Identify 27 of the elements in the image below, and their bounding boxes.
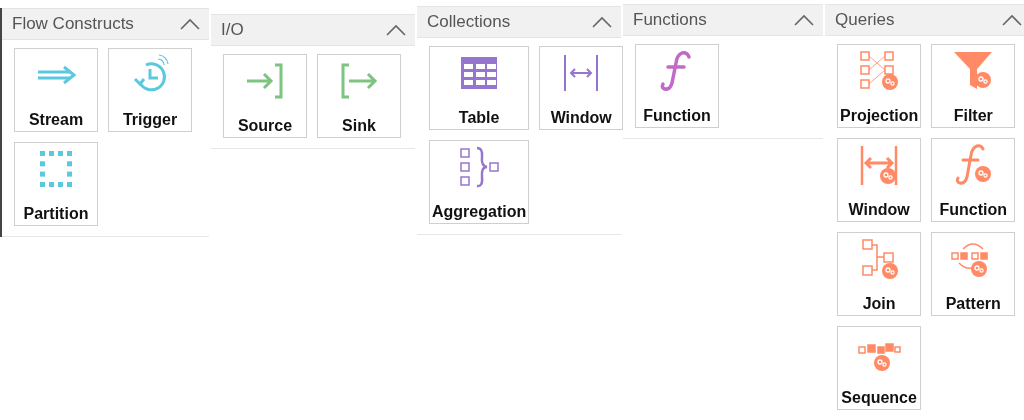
bracket-squares-icon: [457, 145, 502, 189]
collapse-chevron-icon[interactable]: [1001, 14, 1023, 26]
palette-item[interactable]: Window: [837, 138, 922, 222]
palette-item[interactable]: Aggregation: [429, 140, 530, 224]
palette-item[interactable]: Projection: [837, 44, 922, 128]
panel-title: Collections: [427, 12, 511, 32]
collapse-chevron-icon[interactable]: [179, 18, 201, 30]
palette-item[interactable]: Sequence: [837, 326, 922, 410]
palette-item[interactable]: Table: [429, 46, 530, 130]
palette-item[interactable]: Window: [539, 46, 624, 130]
palette-item[interactable]: Function: [635, 44, 719, 128]
palette-item[interactable]: Filter: [931, 44, 1016, 128]
panel-title: Queries: [835, 10, 895, 30]
collapse-chevron-icon[interactable]: [591, 16, 613, 28]
palette-item[interactable]: Pattern: [931, 232, 1016, 316]
palette-item[interactable]: Stream: [14, 48, 98, 132]
palette-item[interactable]: Join: [837, 232, 922, 316]
collapse-chevron-icon[interactable]: [385, 24, 407, 36]
collapse-chevron-icon[interactable]: [793, 14, 815, 26]
panel-title: Flow Constructs: [12, 14, 134, 34]
palette-item[interactable]: Partition: [14, 142, 98, 226]
panel-title: I/O: [221, 20, 244, 40]
palette-item[interactable]: Trigger: [108, 48, 192, 132]
panel-title: Functions: [633, 10, 707, 30]
palette-item[interactable]: Source: [223, 54, 307, 138]
palette-item[interactable]: Sink: [317, 54, 401, 138]
palette-item[interactable]: Function: [931, 138, 1016, 222]
